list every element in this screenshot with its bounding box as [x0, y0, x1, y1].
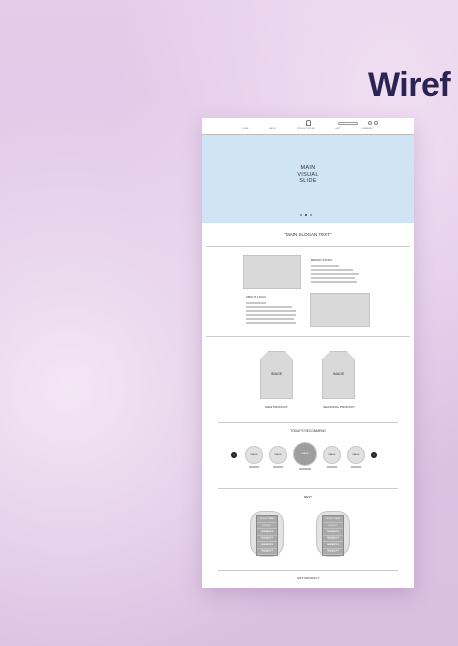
slide-dot[interactable]	[300, 214, 302, 216]
new-product-image[interactable]: IMAGE	[260, 351, 293, 399]
site-header: HOME ABOUT PRODUCT/STORE GIFT COMMUNITY	[202, 118, 414, 135]
main-visual-slide[interactable]: MAIN VISUAL SLIDE	[202, 135, 414, 223]
gift-product-title: GIFT PRODUCT	[296, 576, 320, 580]
slide-indicator[interactable]	[300, 214, 312, 216]
slide-dot[interactable]	[310, 214, 312, 216]
wireframe-mockup: HOME ABOUT PRODUCT/STORE GIFT COMMUNITY …	[202, 118, 414, 588]
recommend-section: TODAY'S RECOMMEND ‹ IMAGE IMAGE IMAGE IM…	[218, 423, 398, 489]
nav-about[interactable]: ABOUT	[269, 128, 276, 130]
nav-community[interactable]: COMMUNITY	[361, 128, 373, 130]
product-section: IMAGE IMAGE NEW PRODUCT SEASONAL PRODUCT	[218, 337, 398, 423]
recommend-item-active[interactable]: IMAGE	[293, 442, 317, 466]
best-section: BEST PRODUCT NAME PRODUCT DESCRIPTION PR…	[218, 489, 398, 571]
search-input[interactable]	[338, 122, 358, 125]
seasonal-product-image[interactable]: IMAGE	[322, 351, 355, 399]
about-image	[310, 293, 370, 327]
recommend-item[interactable]: IMAGE	[245, 446, 263, 464]
brand-story-label: BRAND STORY	[311, 258, 333, 262]
about-logo-label: ABOUT LOGO	[246, 295, 266, 299]
hero-text: MAIN VISUAL SLIDE	[297, 165, 319, 184]
best-title: BEST	[304, 495, 312, 499]
nav-gift[interactable]: GIFT	[336, 128, 341, 130]
logo-icon[interactable]	[306, 120, 311, 126]
recommend-title: TODAY'S RECOMMEND	[290, 429, 326, 433]
main-slogan: "MAIN SLOGAN TEXT"	[206, 223, 410, 247]
recommend-item[interactable]: IMAGE	[347, 446, 365, 464]
main-nav: HOME ABOUT PRODUCT/STORE GIFT COMMUNITY	[202, 128, 414, 130]
seasonal-product-label[interactable]: SEASONAL PRODUCT	[314, 405, 364, 409]
story-image	[243, 255, 301, 289]
page-heading: Wiref	[368, 66, 451, 104]
new-product-label[interactable]: NEW PRODUCT	[254, 405, 299, 409]
recommend-item[interactable]: IMAGE	[323, 446, 341, 464]
next-arrow-icon[interactable]: ›	[371, 452, 377, 458]
brand-story-section: BRAND STORY ABOUT LOGO	[206, 247, 410, 337]
nav-product[interactable]: PRODUCT/STORE	[297, 128, 314, 130]
recommend-item[interactable]: IMAGE	[269, 446, 287, 464]
prev-arrow-icon[interactable]: ‹	[231, 452, 237, 458]
cart-icon[interactable]	[374, 121, 378, 125]
best-item-details[interactable]: PRODUCT NAME PRODUCT DESCRIPTION PRODUCT…	[256, 515, 278, 559]
slide-dot-active[interactable]	[305, 214, 307, 216]
best-item-details[interactable]: PRODUCT NAME PRODUCT DESCRIPTION PRODUCT…	[322, 515, 344, 559]
user-icon[interactable]	[368, 121, 372, 125]
nav-home[interactable]: HOME	[242, 128, 248, 130]
